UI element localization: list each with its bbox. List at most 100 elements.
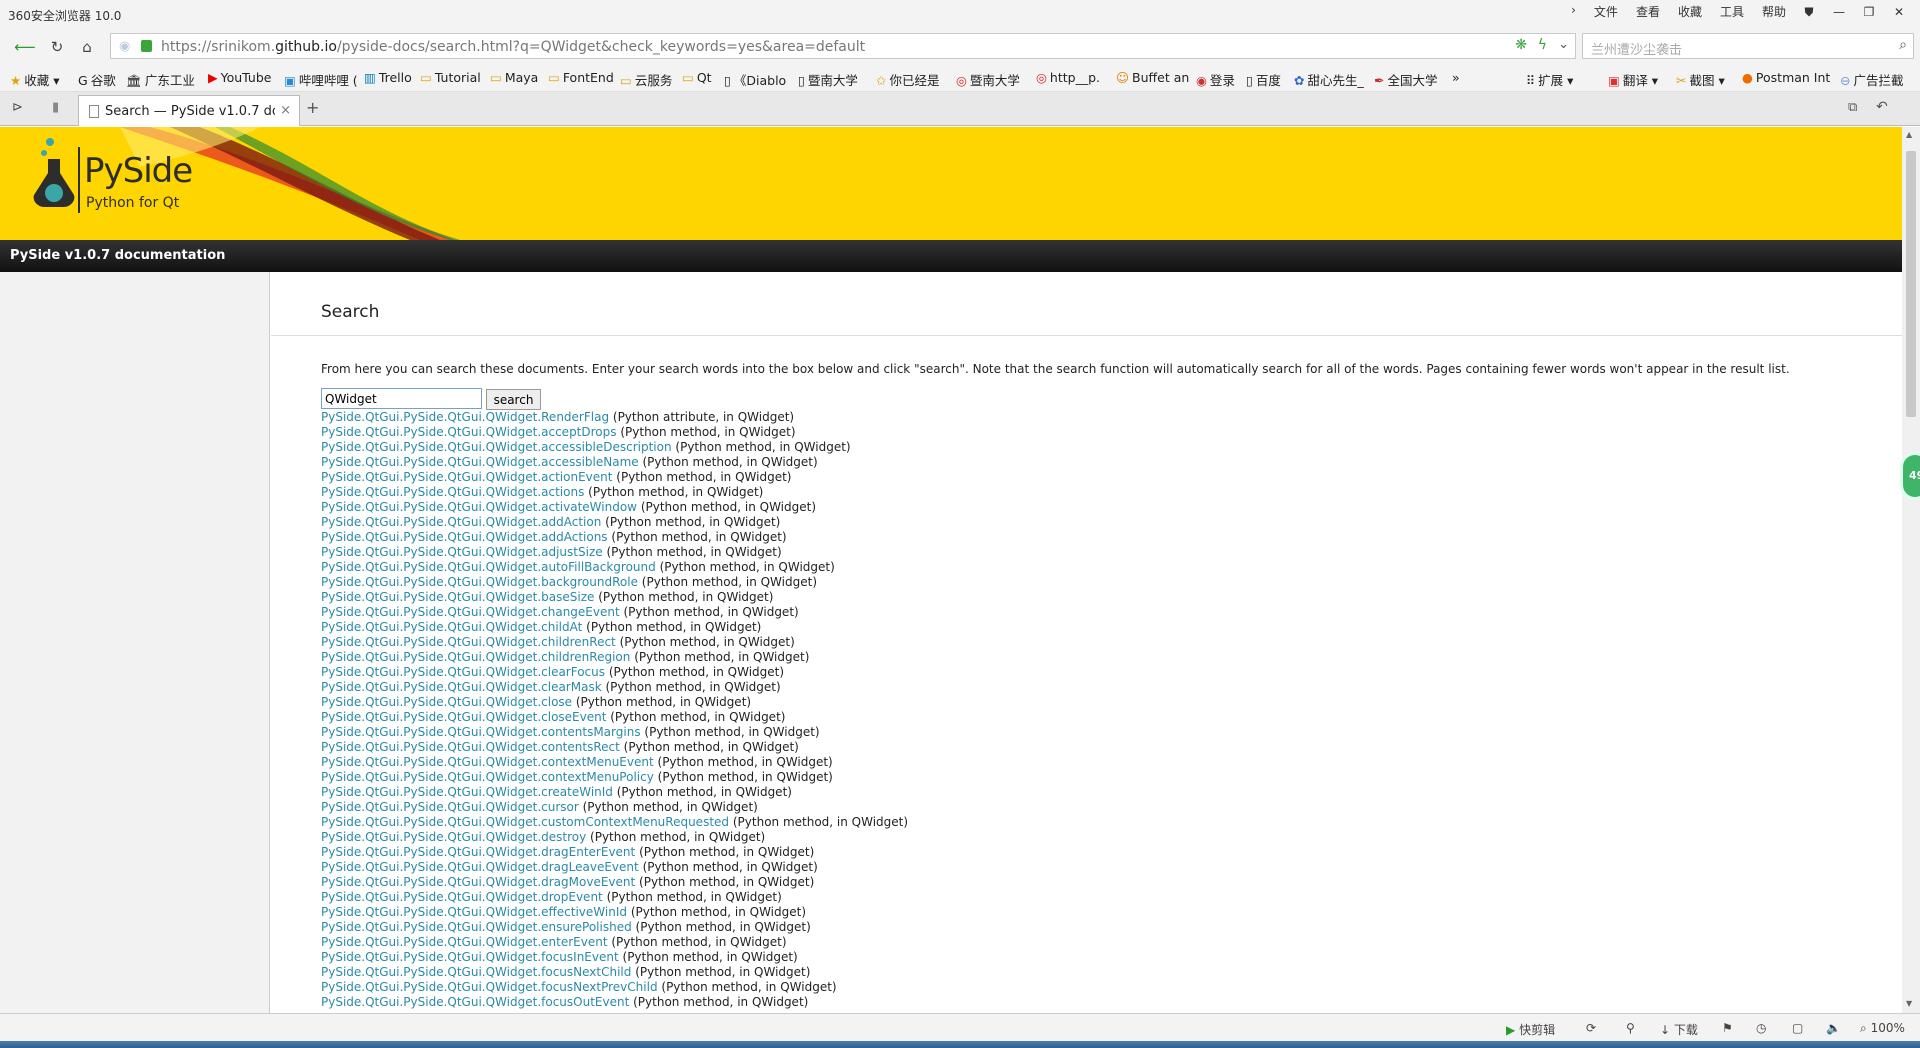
page-scrollbar[interactable]: ▲ ▼ xyxy=(1902,127,1920,1013)
zoom-level[interactable]: ⌕ 100% xyxy=(1860,1021,1905,1036)
undo-close-icon[interactable]: ↶ xyxy=(1876,99,1888,115)
result-link[interactable]: PySide.QtGui.PySide.QtGui.QWidget.baseSi… xyxy=(321,590,594,604)
bookmark-http[interactable]: ◎ http__p. xyxy=(1036,70,1100,85)
reload-icon[interactable]: ↻ xyxy=(46,36,68,58)
result-link[interactable]: PySide.QtGui.PySide.QtGui.QWidget.addAct… xyxy=(321,530,608,544)
bookmark-jnu-weibo[interactable]: ◎ 暨南大学 xyxy=(956,70,1020,89)
menu-item-view[interactable]: 查看 xyxy=(1634,3,1662,20)
window-icon[interactable]: ▢ xyxy=(1792,1021,1803,1035)
bookmark-trello[interactable]: ▥ Trello xyxy=(364,70,412,85)
query-input[interactable] xyxy=(321,388,482,409)
result-link[interactable]: PySide.QtGui.PySide.QtGui.QWidget.activa… xyxy=(321,500,637,514)
translate-button[interactable]: ▣ 翻译 ▾ xyxy=(1608,70,1658,89)
result-link[interactable]: PySide.QtGui.PySide.QtGui.QWidget.dragEn… xyxy=(321,845,635,859)
result-link[interactable]: PySide.QtGui.PySide.QtGui.QWidget.cursor xyxy=(321,800,579,814)
result-link[interactable]: PySide.QtGui.PySide.QtGui.QWidget.clearF… xyxy=(321,665,605,679)
result-link[interactable]: PySide.QtGui.PySide.QtGui.QWidget.destro… xyxy=(321,830,586,844)
maximize-button[interactable]: ❐ xyxy=(1854,2,1884,22)
speed-mode-icon[interactable]: ϟ xyxy=(1538,37,1547,53)
bookmark-maya[interactable]: ▭ Maya xyxy=(490,70,538,85)
skin-icon[interactable]: ⛊ xyxy=(1794,2,1824,22)
result-link[interactable]: PySide.QtGui.PySide.QtGui.QWidget.Render… xyxy=(321,410,609,424)
bookmark-bilibili[interactable]: ▣ 哔哩哔哩 ( xyxy=(284,70,358,89)
url-dropdown-icon[interactable]: ⌄ xyxy=(1558,37,1569,52)
result-link[interactable]: PySide.QtGui.PySide.QtGui.QWidget.conten… xyxy=(321,740,620,754)
bookmark-baidu[interactable]: ▯ 百度 xyxy=(1246,70,1281,89)
refresh-icon[interactable]: ⟳ xyxy=(1586,1021,1596,1035)
history-icon[interactable]: ◷ xyxy=(1756,1021,1766,1035)
result-link[interactable]: PySide.QtGui.PySide.QtGui.QWidget.change… xyxy=(321,605,620,619)
tab-list-icon[interactable]: ▮ xyxy=(52,100,59,115)
minimize-button[interactable]: — xyxy=(1824,2,1854,22)
flag-icon[interactable]: ⚑ xyxy=(1722,1021,1733,1035)
bookmark-qt[interactable]: ▭ Qt xyxy=(682,70,712,85)
refresh-accel-icon[interactable]: ❋ xyxy=(1515,37,1527,53)
result-link[interactable]: PySide.QtGui.PySide.QtGui.QWidget.focusN… xyxy=(321,965,631,979)
result-link[interactable]: PySide.QtGui.PySide.QtGui.QWidget.custom… xyxy=(321,815,729,829)
bookmark-jnu[interactable]: ▯ 暨南大学 xyxy=(798,70,858,89)
result-link[interactable]: PySide.QtGui.PySide.QtGui.QWidget.addAct… xyxy=(321,515,601,529)
search-button[interactable]: search xyxy=(486,389,541,410)
docs-home-link[interactable]: PySide v1.0.7 documentation xyxy=(10,248,225,263)
result-link[interactable]: PySide.QtGui.PySide.QtGui.QWidget.adjust… xyxy=(321,545,603,559)
new-tab-button[interactable]: + xyxy=(306,98,319,117)
result-link[interactable]: PySide.QtGui.PySide.QtGui.QWidget.clearM… xyxy=(321,680,602,694)
result-link[interactable]: PySide.QtGui.PySide.QtGui.QWidget.contex… xyxy=(321,755,654,769)
home-icon[interactable]: ⌂ xyxy=(76,36,98,58)
restore-tabs-icon[interactable]: ⧉ xyxy=(1848,100,1857,115)
bookmark-diablo[interactable]: ▯ 《Diablo xyxy=(724,70,786,89)
menu-item-help[interactable]: 帮助 xyxy=(1760,3,1788,20)
url-input[interactable]: ◉ https://srinikom.github.io/pyside-docs… xyxy=(110,33,1576,59)
close-tab-icon[interactable]: × xyxy=(280,103,291,118)
result-link[interactable]: PySide.QtGui.PySide.QtGui.QWidget.action… xyxy=(321,485,584,499)
clip-button[interactable]: ▶ 快剪辑 xyxy=(1506,1021,1555,1038)
postman-button[interactable]: ● Postman Int xyxy=(1742,70,1830,85)
scroll-down-icon[interactable]: ▼ xyxy=(1906,999,1912,1008)
result-link[interactable]: PySide.QtGui.PySide.QtGui.QWidget.focusN… xyxy=(321,980,658,994)
download-button[interactable]: ↓ 下载 xyxy=(1660,1021,1698,1038)
screenshot-button[interactable]: ✂ 截图 ▾ xyxy=(1676,70,1725,89)
result-link[interactable]: PySide.QtGui.PySide.QtGui.QWidget.accept… xyxy=(321,425,617,439)
bookmark-sweetheart[interactable]: ✿ 甜心先生_ xyxy=(1294,70,1364,89)
result-link[interactable]: PySide.QtGui.PySide.QtGui.QWidget.childr… xyxy=(321,650,630,664)
bookmark-login[interactable]: ◉ 登录 xyxy=(1196,70,1235,89)
result-link[interactable]: PySide.QtGui.PySide.QtGui.QWidget.enterE… xyxy=(321,935,608,949)
result-link[interactable]: PySide.QtGui.PySide.QtGui.QWidget.focusO… xyxy=(321,995,629,1009)
adblock-button[interactable]: ⊖ 广告拦截 xyxy=(1840,70,1904,89)
bookmark-favorites[interactable]: ★ 收藏 ▾ xyxy=(10,70,59,89)
result-link[interactable]: PySide.QtGui.PySide.QtGui.QWidget.contex… xyxy=(321,770,654,784)
result-link[interactable]: PySide.QtGui.PySide.QtGui.QWidget.access… xyxy=(321,440,672,454)
pin-icon[interactable]: ⚲ xyxy=(1626,1021,1635,1035)
bookmark-national-uni[interactable]: ✒ 全国大学 xyxy=(1374,70,1438,89)
bookmark-fontend[interactable]: ▭ FontEnd xyxy=(548,70,614,85)
result-link[interactable]: PySide.QtGui.PySide.QtGui.QWidget.create… xyxy=(321,785,613,799)
tab-search[interactable]: Search — PySide v1.0.7 documentation × xyxy=(78,95,300,126)
result-link[interactable]: PySide.QtGui.PySide.QtGui.QWidget.childA… xyxy=(321,620,582,634)
result-link[interactable]: PySide.QtGui.PySide.QtGui.QWidget.dragLe… xyxy=(321,860,639,874)
bookmark-google[interactable]: G 谷歌 xyxy=(78,70,116,89)
extensions-button[interactable]: ⠿ 扩展 ▾ xyxy=(1526,70,1573,89)
result-link[interactable]: PySide.QtGui.PySide.QtGui.QWidget.closeE… xyxy=(321,710,606,724)
scroll-up-icon[interactable]: ▲ xyxy=(1906,130,1912,139)
bookmark-youtube[interactable]: ▶ YouTube xyxy=(208,70,271,85)
result-link[interactable]: PySide.QtGui.PySide.QtGui.QWidget.action… xyxy=(321,470,612,484)
bookmark-tutorial[interactable]: ▭ Tutorial xyxy=(420,70,481,85)
scrollbar-thumb[interactable] xyxy=(1906,151,1916,417)
bookmark-cloud[interactable]: ▭ 云服务 xyxy=(620,70,672,89)
result-link[interactable]: PySide.QtGui.PySide.QtGui.QWidget.dragMo… xyxy=(321,875,635,889)
bookmark-already[interactable]: ✩ 你已经是 xyxy=(876,70,940,89)
result-link[interactable]: PySide.QtGui.PySide.QtGui.QWidget.childr… xyxy=(321,635,616,649)
result-link[interactable]: PySide.QtGui.PySide.QtGui.QWidget.effect… xyxy=(321,905,627,919)
search-icon[interactable]: ⌕ xyxy=(1899,37,1907,53)
result-link[interactable]: PySide.QtGui.PySide.QtGui.QWidget.focusI… xyxy=(321,950,619,964)
bookmark-gdut[interactable]: 🏛 广东工业 xyxy=(126,70,195,89)
sidebar-toggle-icon[interactable]: ⊳ xyxy=(12,100,23,115)
pyside-logo[interactable] xyxy=(30,137,82,212)
result-link[interactable]: PySide.QtGui.PySide.QtGui.QWidget.backgr… xyxy=(321,575,638,589)
result-link[interactable]: PySide.QtGui.PySide.QtGui.QWidget.autoFi… xyxy=(321,560,656,574)
result-link[interactable]: PySide.QtGui.PySide.QtGui.QWidget.access… xyxy=(321,455,639,469)
back-arrow-icon[interactable]: ⟵ xyxy=(14,36,36,58)
menu-item-favorites[interactable]: 收藏 xyxy=(1676,3,1704,20)
menu-item-file[interactable]: 文件 xyxy=(1592,3,1620,20)
result-link[interactable]: PySide.QtGui.PySide.QtGui.QWidget.conten… xyxy=(321,725,641,739)
